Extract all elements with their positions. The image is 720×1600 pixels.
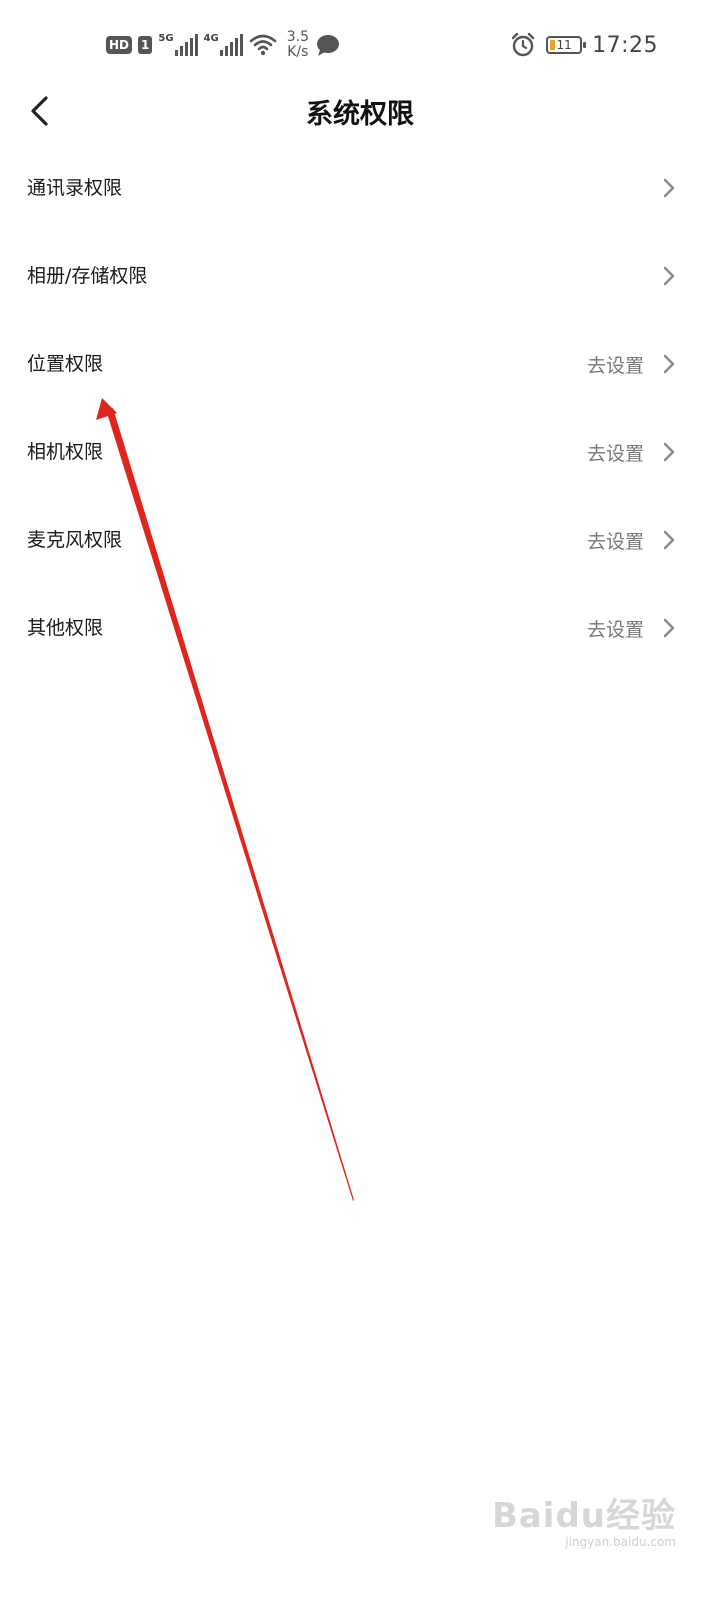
wifi-icon [249, 34, 277, 56]
alarm-icon [511, 32, 535, 57]
clock: 17:25 [592, 32, 658, 58]
watermark-url: jingyan.baidu.com [565, 1535, 676, 1549]
chevron-right-icon [663, 178, 675, 198]
chevron-right-icon [663, 266, 675, 286]
watermark: Baidu经验 jingyan.baidu.com [492, 1488, 676, 1549]
go-settings-label: 去设置 [586, 355, 644, 377]
permission-label: 通讯录权限 [27, 177, 123, 199]
status-right-group: 11 17:25 [510, 30, 658, 60]
battery-icon: 11 [546, 36, 587, 54]
status-bar: HD 1 5G 4G 3.5 K/s 11 17:25 [0, 0, 720, 92]
go-settings-label: 去设置 [586, 531, 644, 553]
signal-4g-icon: 4G [204, 34, 243, 56]
watermark-logo: Baidu经验 [491, 1496, 676, 1536]
permission-label: 麦克风权限 [27, 529, 123, 551]
sim-badge: 1 [138, 36, 153, 54]
permission-item-camera[interactable]: 相机权限 去设置 [0, 409, 720, 497]
chevron-right-icon [663, 354, 675, 374]
permission-label: 其他权限 [27, 617, 104, 639]
hd-badge: HD [106, 36, 133, 54]
go-settings-label: 去设置 [586, 619, 644, 641]
message-icon [316, 35, 339, 56]
page-title: 系统权限 [306, 99, 414, 130]
permission-item-other[interactable]: 其他权限 去设置 [0, 585, 720, 673]
permission-label: 位置权限 [27, 353, 104, 375]
permission-item-contacts[interactable]: 通讯录权限 [0, 145, 720, 233]
permission-item-storage[interactable]: 相册/存储权限 [0, 233, 720, 321]
network-type-label: 4G [203, 33, 219, 44]
go-settings-label: 去设置 [586, 443, 644, 465]
permission-item-location[interactable]: 位置权限 去设置 [0, 321, 720, 409]
speed-value: 3.5 [286, 29, 309, 45]
chevron-right-icon [663, 618, 675, 638]
chevron-right-icon [663, 530, 675, 550]
signal-5g-icon: 5G [158, 33, 198, 56]
permission-list: 通讯录权限 相册/存储权限 位置权限 去设置 相机权限 去设置 麦克风权限 去设… [0, 145, 720, 673]
permission-item-microphone[interactable]: 麦克风权限 去设置 [0, 497, 720, 585]
page-header: 系统权限 [0, 80, 720, 140]
network-speed: 3.5 K/s [287, 30, 309, 60]
permission-label: 相机权限 [27, 441, 104, 463]
network-type-label: 5G [158, 33, 174, 44]
permission-label: 相册/存储权限 [27, 265, 148, 287]
speed-unit: K/s [287, 44, 309, 60]
battery-level: 11 [556, 38, 572, 52]
status-left-group: HD 1 5G 4G 3.5 K/s [106, 30, 341, 60]
chevron-right-icon [663, 442, 675, 462]
